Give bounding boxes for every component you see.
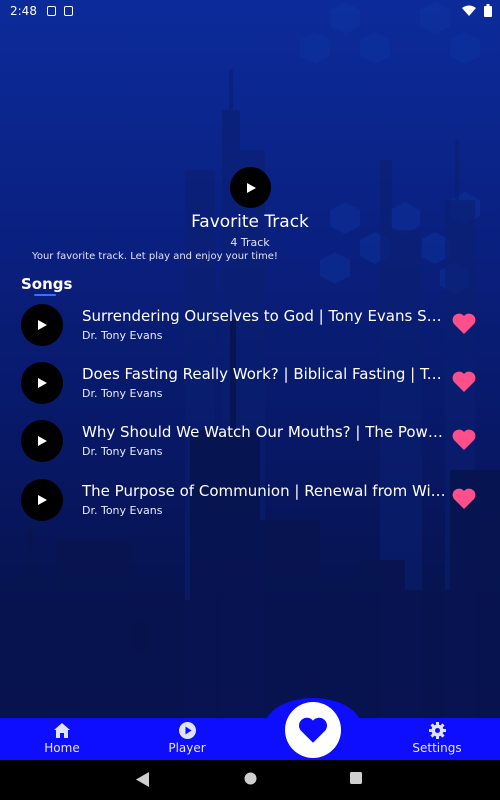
nav-home[interactable]: Home — [17, 721, 107, 755]
song-artist: Dr. Tony Evans — [82, 445, 163, 458]
status-time: 2:48 — [10, 4, 37, 18]
track-count: 4 Track — [230, 236, 270, 249]
heart-icon — [299, 717, 327, 743]
status-bar: 2:48 — [0, 0, 500, 22]
song-item[interactable]: Does Fasting Really Work? | Biblical Fas… — [0, 358, 500, 408]
home-circle-icon[interactable] — [244, 772, 257, 785]
play-icon — [38, 495, 47, 505]
nav-player[interactable]: Player — [142, 721, 232, 755]
play-icon — [246, 182, 256, 193]
player-icon — [178, 721, 196, 739]
song-play-button[interactable] — [21, 479, 63, 521]
song-artist: Dr. Tony Evans — [82, 329, 163, 342]
play-icon — [38, 320, 47, 330]
song-artist: Dr. Tony Evans — [82, 504, 163, 517]
notification-icon — [46, 6, 56, 16]
battery-icon — [484, 4, 492, 17]
favorite-heart-icon[interactable] — [452, 429, 476, 451]
play-icon — [38, 436, 47, 446]
play-icon — [38, 378, 47, 388]
favorite-heart-icon[interactable] — [452, 371, 476, 393]
recents-icon[interactable] — [350, 772, 362, 784]
back-icon[interactable] — [136, 772, 150, 787]
system-navigation-bar — [0, 760, 500, 800]
song-play-button[interactable] — [21, 420, 63, 462]
wifi-icon — [462, 5, 476, 16]
bottom-navigation: Home Player Settings — [0, 718, 500, 760]
playlist-description: Your favorite track. Let play and enjoy … — [32, 251, 278, 262]
song-item[interactable]: The Purpose of Communion | Renewal from … — [0, 475, 500, 525]
settings-gear-icon — [428, 721, 446, 739]
sd-card-icon — [63, 6, 73, 16]
song-item[interactable]: Surrendering Ourselves to God | Tony Eva… — [0, 300, 500, 350]
song-title: The Purpose of Communion | Renewal from … — [82, 482, 450, 500]
nav-home-label: Home — [44, 741, 80, 755]
song-play-button[interactable] — [21, 304, 63, 346]
home-icon — [54, 722, 70, 738]
nav-player-label: Player — [168, 741, 206, 755]
song-title: Does Fasting Really Work? | Biblical Fas… — [82, 365, 450, 383]
play-all-button[interactable] — [230, 167, 271, 208]
song-play-button[interactable] — [21, 362, 63, 404]
song-item[interactable]: Why Should We Watch Our Mouths? | The Po… — [0, 416, 500, 466]
songs-heading-underline — [34, 294, 56, 296]
favorite-heart-icon[interactable] — [452, 313, 476, 335]
song-title: Surrendering Ourselves to God | Tony Eva… — [82, 307, 450, 325]
songs-heading: Songs — [21, 275, 73, 293]
song-title: Why Should We Watch Our Mouths? | The Po… — [82, 423, 450, 441]
nav-settings[interactable]: Settings — [392, 721, 482, 755]
song-artist: Dr. Tony Evans — [82, 387, 163, 400]
nav-settings-label: Settings — [412, 741, 462, 755]
playlist-title: Favorite Track — [191, 212, 309, 232]
favorites-fab-button[interactable] — [285, 702, 341, 758]
favorite-heart-icon[interactable] — [452, 488, 476, 510]
